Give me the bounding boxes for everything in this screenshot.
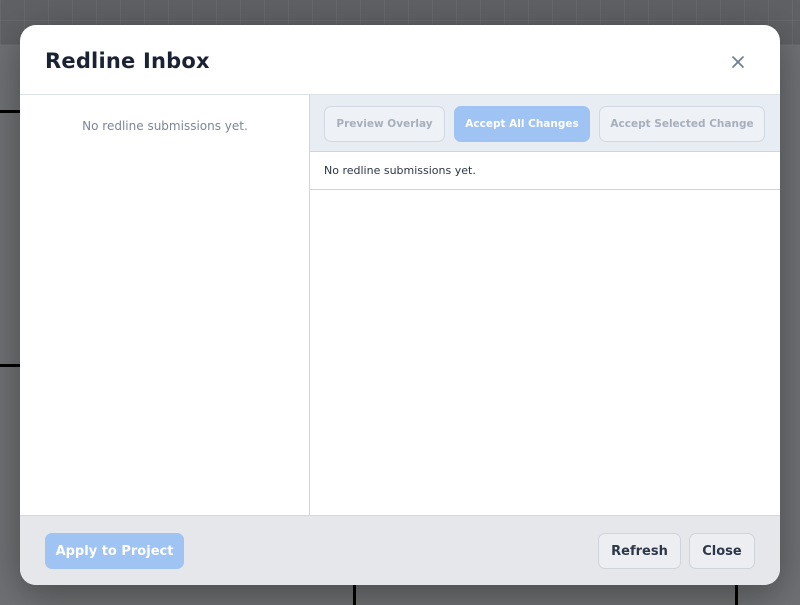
dialog-body: No redline submissions yet. Preview Over… bbox=[20, 95, 780, 515]
accept-selected-change-button[interactable]: Accept Selected Change bbox=[599, 106, 765, 142]
action-bar: Preview Overlay Accept All Changes Accep… bbox=[310, 95, 780, 152]
preview-overlay-button[interactable]: Preview Overlay bbox=[324, 106, 445, 142]
submissions-list: No redline submissions yet. bbox=[20, 95, 310, 515]
close-button[interactable]: Close bbox=[689, 533, 755, 569]
submissions-empty-message: No redline submissions yet. bbox=[82, 119, 248, 133]
background-wall-line bbox=[0, 364, 20, 367]
dialog-footer: Apply to Project Refresh Close bbox=[20, 515, 780, 585]
detail-empty-message: No redline submissions yet. bbox=[310, 152, 780, 190]
dialog-header: Redline Inbox bbox=[20, 25, 780, 95]
redline-inbox-dialog: Redline Inbox No redline submissions yet… bbox=[20, 25, 780, 585]
background-wall-line bbox=[735, 585, 738, 605]
background-wall-line bbox=[353, 585, 356, 605]
submission-detail-pane: Preview Overlay Accept All Changes Accep… bbox=[310, 95, 780, 515]
accept-all-changes-button[interactable]: Accept All Changes bbox=[454, 106, 590, 142]
background-wall-line bbox=[0, 110, 20, 113]
apply-to-project-button[interactable]: Apply to Project bbox=[45, 533, 184, 569]
close-icon[interactable] bbox=[728, 52, 748, 72]
dialog-title: Redline Inbox bbox=[45, 49, 210, 73]
refresh-button[interactable]: Refresh bbox=[598, 533, 681, 569]
